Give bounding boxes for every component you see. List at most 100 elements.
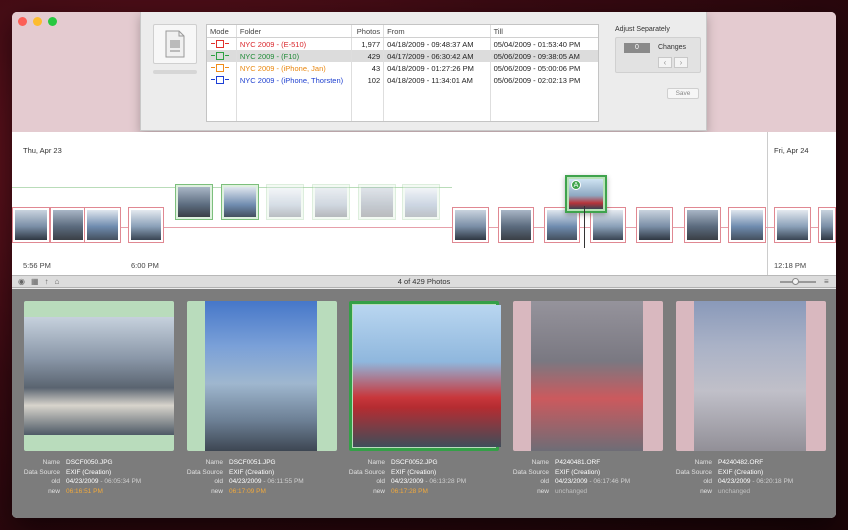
table-row[interactable]: NYC 2009 - (iPhone, Thorsten) 102 04/18/20… <box>207 74 598 86</box>
file-name: P4240481.ORF <box>555 459 601 466</box>
chevron-left-icon[interactable]: ‹ <box>658 57 672 68</box>
timeline-thumbnail[interactable] <box>312 184 350 220</box>
timeline-thumbnail[interactable] <box>12 207 50 243</box>
folder-table[interactable]: Mode Folder Photos From Till NYC 2009 - … <box>206 24 599 122</box>
photo-card[interactable] <box>24 301 174 451</box>
maximize-button[interactable] <box>48 17 57 26</box>
till-cell: 05/06/2009 - 02:02:13 PM <box>493 76 581 85</box>
photo-card[interactable] <box>676 301 826 451</box>
column-header[interactable]: Folder <box>237 25 353 37</box>
timeline-thumbnail[interactable] <box>684 207 721 243</box>
data-source: EXIF (Creation) <box>555 468 601 476</box>
data-source: EXIF (Creation) <box>229 468 275 476</box>
timeline-thumbnail-selected[interactable]: A <box>565 175 607 213</box>
column-header[interactable]: Photos <box>352 25 385 37</box>
timeline-thumbnail[interactable] <box>498 207 534 243</box>
photo-metadata: Name DSCF0052.JPG Data Source EXIF (Creatio… <box>341 458 501 496</box>
meta-key: Name <box>367 459 385 466</box>
timeline-thumbnail[interactable] <box>402 184 440 220</box>
from-cell: 04/18/2009 - 11:34:01 AM <box>384 74 491 86</box>
meta-key: new <box>48 487 60 495</box>
old-time: - 06:13:28 PM <box>425 478 467 485</box>
old-date: 04/23/2009 <box>229 478 262 485</box>
file-name: DSCF0050.JPG <box>66 459 113 466</box>
timeline[interactable]: Thu, Apr 23 Fri, Apr 24 A 5:56 PM 6:00 P… <box>12 132 836 275</box>
file-name: DSCF0052.JPG <box>391 459 438 466</box>
document-icon <box>153 24 197 64</box>
photo-thumbnail[interactable] <box>694 301 806 451</box>
mode-icon[interactable] <box>211 52 229 60</box>
badge: A <box>571 180 581 190</box>
meta-key: old <box>214 478 223 485</box>
minimize-button[interactable] <box>33 17 42 26</box>
table-row[interactable]: NYC 2009 - (E-510) 1,977 04/18/2009 - 09:4… <box>207 38 598 50</box>
time-label: 12:18 PM <box>774 261 807 270</box>
zoom-slider-knob[interactable] <box>792 278 799 285</box>
mode-icon[interactable] <box>211 64 229 72</box>
mode-icon[interactable] <box>211 76 229 84</box>
photo-card[interactable] <box>187 301 337 451</box>
photo-thumbnail[interactable] <box>531 301 643 451</box>
photo-card[interactable] <box>349 301 501 451</box>
from-cell: 04/18/2009 - 09:48:37 AM <box>384 38 491 50</box>
till-cell: 05/06/2009 - 05:00:06 PM <box>493 64 581 73</box>
time-label: 5:56 PM <box>23 261 51 270</box>
timeline-thumbnail[interactable] <box>636 207 673 243</box>
mode-icon[interactable] <box>211 40 229 48</box>
timeline-thumbnail[interactable] <box>358 184 396 220</box>
till-cell: 05/06/2009 - 09:38:05 AM <box>493 52 580 61</box>
photos-cell: 43 <box>352 62 385 74</box>
timeline-thumbnail[interactable] <box>84 207 121 243</box>
photo-card[interactable] <box>513 301 663 451</box>
table-row[interactable]: NYC 2009 - (iPhone, Jan) 43 04/18/2009 - 0… <box>207 62 598 74</box>
data-source: EXIF (Creation) <box>718 468 764 476</box>
mode-cell[interactable] <box>207 50 237 62</box>
photo-metadata: Name DSCF0050.JPG Data Source EXIF (Creatio… <box>16 458 176 496</box>
old-time: - 06:05:34 PM <box>100 478 142 485</box>
photo-thumbnail[interactable] <box>205 301 317 451</box>
timeline-thumbnail[interactable] <box>266 184 304 220</box>
timeline-thumbnail[interactable] <box>50 207 86 243</box>
column-header[interactable]: From <box>384 25 491 37</box>
mode-cell[interactable] <box>207 38 237 50</box>
mode-cell[interactable] <box>207 74 237 86</box>
date-label-left: Thu, Apr 23 <box>23 146 62 155</box>
timeline-thumbnail[interactable] <box>728 207 766 243</box>
new-time: 06:17:09 PM <box>229 487 266 495</box>
day-divider <box>767 132 768 275</box>
changes-box: 0 Changes ‹ › <box>615 37 701 73</box>
photo-gallery: Name DSCF0050.JPG Data Source EXIF (Creatio… <box>12 289 836 518</box>
close-button[interactable] <box>18 17 27 26</box>
photo-thumbnail[interactable] <box>353 305 501 447</box>
table-header: Mode Folder Photos From Till <box>207 25 598 38</box>
new-time: unchanged <box>555 487 588 495</box>
meta-key: new <box>373 487 385 495</box>
folder-cell: NYC 2009 - (iPhone, Thorsten) <box>237 74 353 86</box>
meta-key: Name <box>694 459 712 466</box>
column-header[interactable]: Till <box>491 25 598 37</box>
timeline-cursor[interactable] <box>584 206 585 248</box>
data-source: EXIF (Creation) <box>66 468 112 476</box>
old-date: 04/23/2009 <box>555 478 588 485</box>
photo-metadata: Name P4240481.ORF Data Source EXIF (Creatio… <box>505 458 665 496</box>
timeline-thumbnail[interactable] <box>175 184 213 220</box>
table-empty-area <box>207 86 598 121</box>
list-icon[interactable]: ≡ <box>824 277 829 286</box>
photo-metadata: Name DSCF0051.JPG Data Source EXIF (Creatio… <box>179 458 339 496</box>
table-row[interactable]: NYC 2009 - (F10) 429 04/17/2009 - 06:30:42… <box>207 50 598 62</box>
timeline-thumbnail[interactable] <box>128 207 164 243</box>
column-header[interactable]: Mode <box>207 25 237 37</box>
photo-count: 4 of 429 Photos <box>397 277 451 286</box>
timeline-thumbnail[interactable] <box>774 207 811 243</box>
from-cell: 04/18/2009 - 01:27:26 PM <box>384 62 491 74</box>
save-button[interactable]: Save <box>667 88 699 99</box>
mode-cell[interactable] <box>207 62 237 74</box>
window-controls <box>18 17 57 26</box>
meta-key: old <box>540 478 549 485</box>
timeline-thumbnail[interactable] <box>221 184 259 220</box>
chevron-right-icon[interactable]: › <box>674 57 688 68</box>
timeline-thumbnail[interactable] <box>452 207 489 243</box>
photo-thumbnail[interactable] <box>24 317 174 435</box>
meta-key: new <box>537 487 549 495</box>
timeline-thumbnail[interactable] <box>818 207 836 243</box>
